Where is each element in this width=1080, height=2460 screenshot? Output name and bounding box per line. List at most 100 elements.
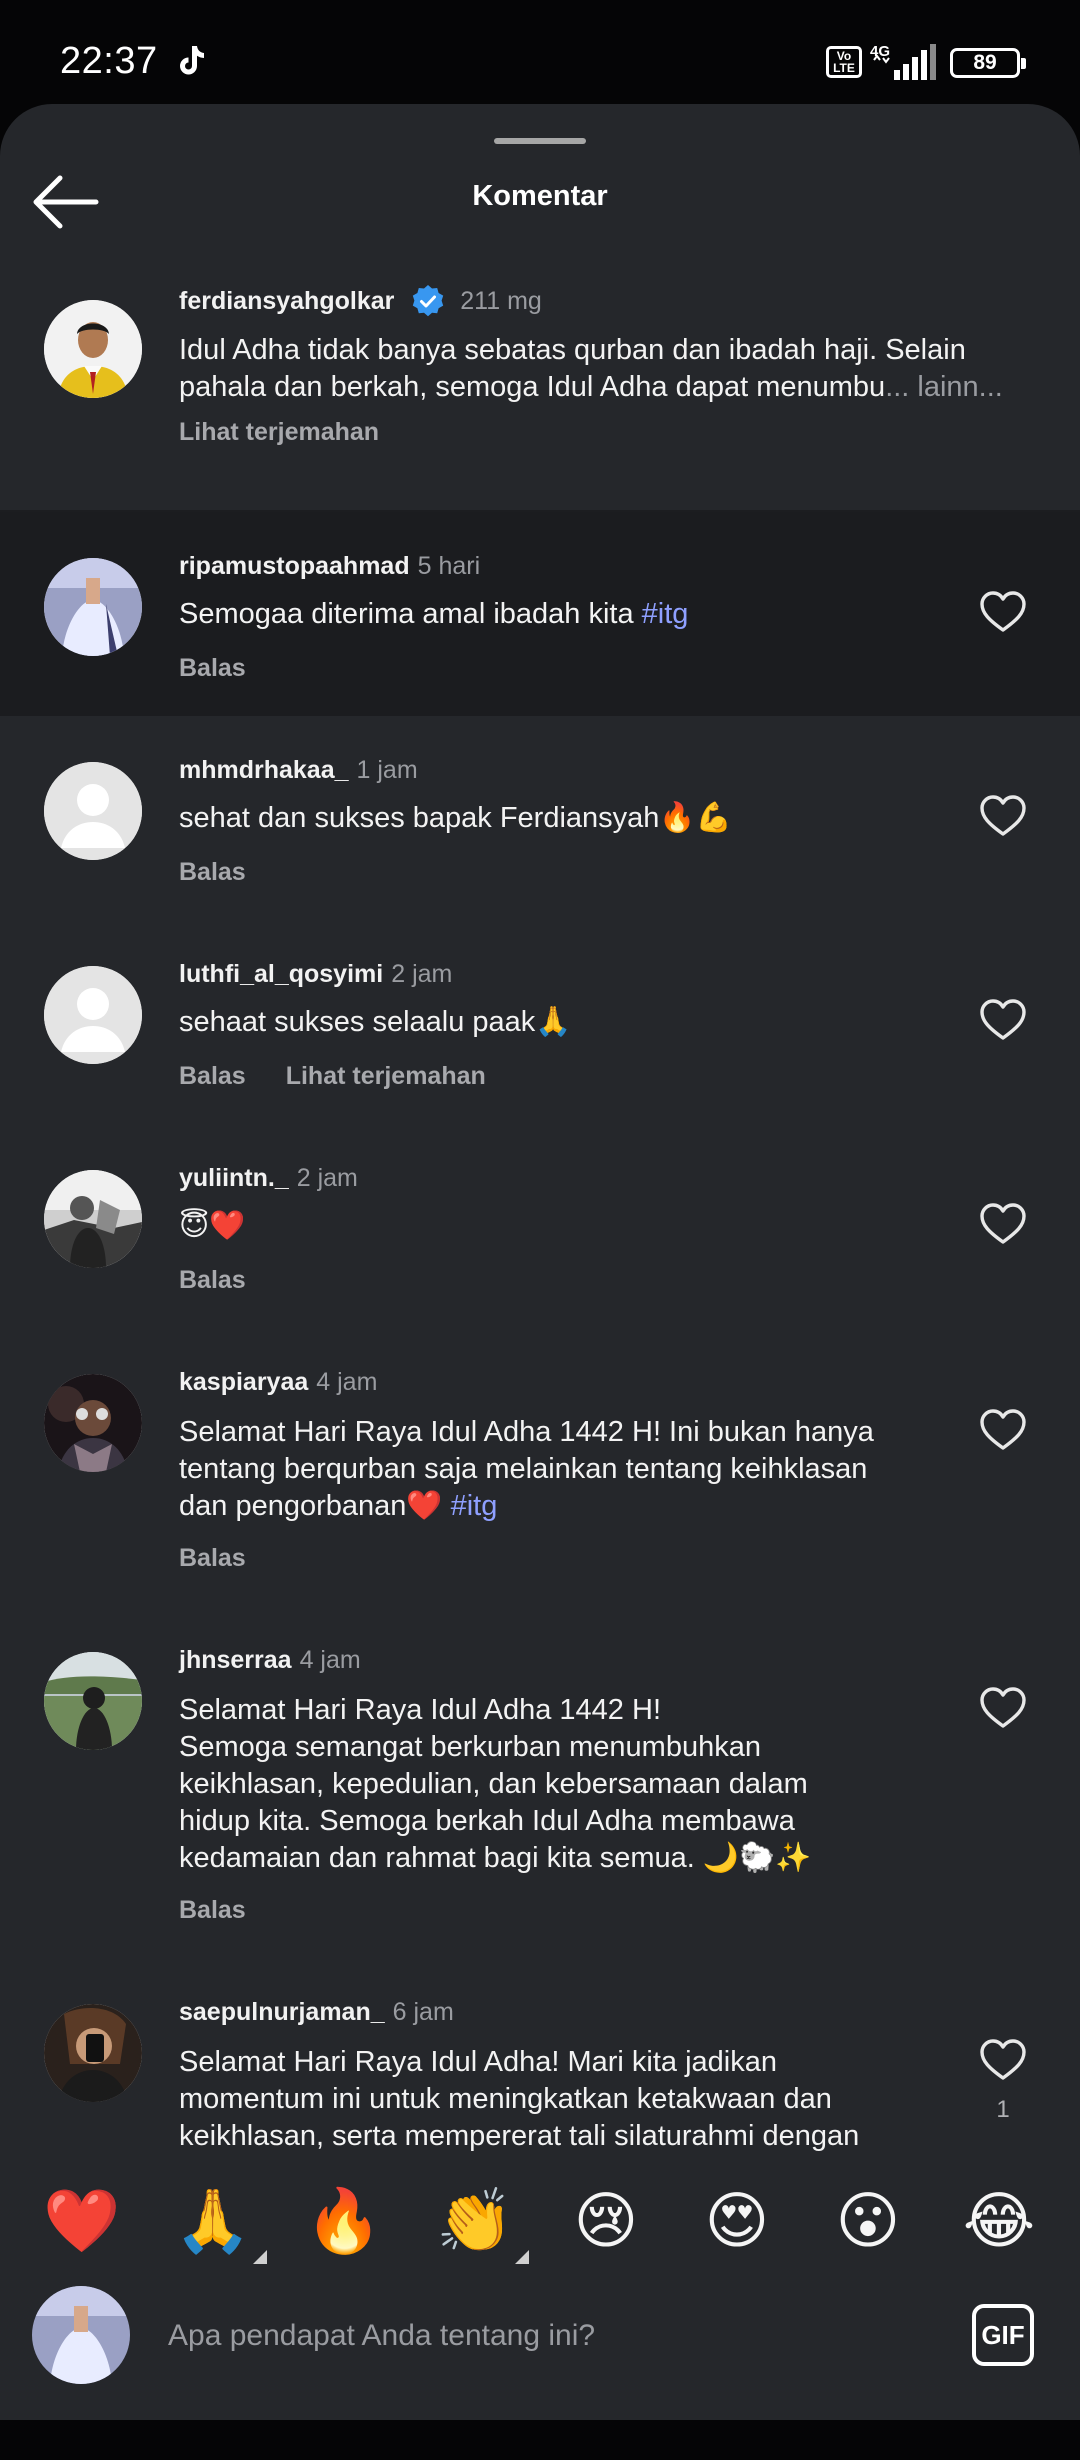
- comment-input[interactable]: [168, 2308, 928, 2364]
- comment-username[interactable]: ripamustopaahmad: [179, 552, 410, 580]
- comment-line: hidup kita. Semoga berkah Idul Adha memb…: [179, 1805, 795, 1837]
- see-translation-link[interactable]: Lihat terjemahan: [179, 418, 379, 446]
- comment-header: kaspiaryaa 4 jam: [179, 1368, 377, 1397]
- default-avatar[interactable]: [44, 762, 142, 860]
- page-title: Komentar: [472, 180, 608, 212]
- comment-username[interactable]: luthfi_al_qosyimi: [179, 960, 383, 988]
- skin-tone-caret-icon: [253, 2250, 267, 2264]
- comment-line: Selamat Hari Raya Idul Adha! Mari kita j…: [179, 2046, 778, 2078]
- comments-sheet: Komentar ferdiansyahgolkar 211 mg Idul A…: [0, 104, 1080, 2420]
- reaction-crying-button[interactable]: 😢: [566, 2182, 646, 2262]
- comment-username[interactable]: mhmdrhakaa_: [179, 756, 349, 784]
- reply-button[interactable]: Balas: [179, 654, 246, 682]
- system-nav-bar: [0, 2420, 1080, 2460]
- sheet-grab-handle[interactable]: [494, 138, 586, 144]
- battery-icon: 89: [950, 48, 1026, 78]
- comment-line: keikhlasan, serta mempererat tali silatu…: [179, 2120, 860, 2152]
- comment-text: sehaat sukses selaalu paak🙏: [179, 1004, 939, 1041]
- comment-line: keikhlasan, kepedulian, dan kebersamaan …: [179, 1768, 808, 1800]
- reaction-surprised-button[interactable]: 😮: [828, 2182, 908, 2262]
- caption-more-link[interactable]: ... lainn...: [885, 371, 1003, 403]
- comment-item: ripamustopaahmad 5 hari Semogaa diterima …: [0, 512, 1080, 716]
- comment-line: Semoga semangat berkurban menumbuhkan: [179, 1731, 761, 1763]
- avatar[interactable]: [44, 1170, 142, 1268]
- comment-time: 4 jam: [299, 1646, 361, 1674]
- own-avatar[interactable]: [32, 2286, 130, 2384]
- comment-time: 2 jam: [391, 960, 453, 988]
- battery-level: 89: [973, 51, 997, 74]
- reply-button[interactable]: Balas: [179, 1062, 246, 1090]
- avatar[interactable]: [44, 2004, 142, 2102]
- status-bar: 22:37 Vo LTE 4G 89: [0, 0, 1080, 104]
- comment-line-text: dan pengorbanan❤️: [179, 1490, 451, 1522]
- avatar[interactable]: [44, 1652, 142, 1750]
- comment-header: yuliintn._ 2 jam: [179, 1164, 358, 1193]
- gif-button[interactable]: GIF: [972, 2304, 1034, 2366]
- avatar[interactable]: [44, 1374, 142, 1472]
- caption-header: ferdiansyahgolkar 211 mg: [179, 284, 542, 318]
- comment-item: luthfi_al_qosyimi 2 jam sehaat sukses sel…: [0, 920, 1080, 1124]
- reaction-emoji: 👏: [436, 2187, 514, 2256]
- hashtag-link[interactable]: #itg: [642, 598, 689, 630]
- reaction-heart-button[interactable]: ❤️: [42, 2182, 122, 2262]
- heart-icon[interactable]: [979, 590, 1027, 634]
- heart-icon[interactable]: [979, 794, 1027, 838]
- heart-icon[interactable]: [979, 1202, 1027, 1246]
- comment-username[interactable]: saepulnurjaman_: [179, 1998, 385, 2026]
- comment-line: momentum ini untuk meningkatkan ketakwaa…: [179, 2083, 832, 2115]
- comment-input-bar: GIF: [0, 2272, 1080, 2420]
- heart-icon[interactable]: [979, 998, 1027, 1042]
- comment-actions: Balas: [179, 1544, 246, 1573]
- comment-username[interactable]: jhnserraa: [179, 1646, 292, 1674]
- comment-actions: Balas Lihat terjemahan: [179, 1062, 486, 1091]
- heart-icon[interactable]: [979, 2038, 1027, 2082]
- caption-username[interactable]: ferdiansyahgolkar: [179, 287, 394, 315]
- caption-line: Idul Adha tidak banya sebatas qurban dan…: [179, 334, 966, 366]
- comment-actions: Balas: [179, 1266, 246, 1295]
- heart-icon[interactable]: [979, 1408, 1027, 1452]
- comment-header: luthfi_al_qosyimi 2 jam: [179, 960, 452, 989]
- comment-line-text: Semogaa diterima amal ibadah kita: [179, 598, 642, 630]
- comment-text: sehat dan sukses bapak Ferdiansyah🔥💪: [179, 800, 939, 837]
- comment-line: Selamat Hari Raya Idul Adha 1442 H! Ini …: [179, 1416, 874, 1448]
- comment-actions: Balas: [179, 654, 246, 683]
- tiktok-notification-icon: [180, 46, 204, 75]
- heart-icon[interactable]: [979, 1686, 1027, 1730]
- see-translation-link[interactable]: Lihat terjemahan: [286, 1062, 486, 1090]
- reply-button[interactable]: Balas: [179, 1266, 246, 1294]
- caption-actions: Lihat terjemahan: [179, 418, 379, 447]
- comment-actions: Balas: [179, 858, 246, 887]
- avatar[interactable]: [44, 558, 142, 656]
- comment-line: 😇❤️: [179, 1210, 246, 1242]
- comment-header: ripamustopaahmad 5 hari: [179, 552, 480, 581]
- comment-text: Semogaa diterima amal ibadah kita #itg: [179, 596, 939, 633]
- caption-avatar[interactable]: [44, 300, 142, 398]
- reaction-laughing-button[interactable]: 😂: [959, 2182, 1039, 2262]
- comment-username[interactable]: yuliintn._: [179, 1164, 289, 1192]
- reply-button[interactable]: Balas: [179, 858, 246, 886]
- comment-text: Selamat Hari Raya Idul Adha 1442 H! Ini …: [179, 1414, 939, 1525]
- comment-username[interactable]: kaspiaryaa: [179, 1368, 308, 1396]
- comment-item: jhnserraa 4 jam Selamat Hari Raya Idul Ad…: [0, 1606, 1080, 1958]
- comment-line: Selamat Hari Raya Idul Adha 1442 H!: [179, 1694, 661, 1726]
- comment-item: kaspiaryaa 4 jam Selamat Hari Raya Idul A…: [0, 1328, 1080, 1606]
- hashtag-link[interactable]: #itg: [451, 1490, 498, 1522]
- comment-time: 2 jam: [296, 1164, 358, 1192]
- reply-button[interactable]: Balas: [179, 1544, 246, 1572]
- comment-line: sehat dan sukses bapak Ferdiansyah🔥💪: [179, 802, 732, 834]
- comment-item: yuliintn._ 2 jam 😇❤️ Balas: [0, 1124, 1080, 1328]
- reaction-clap-button[interactable]: 👏: [435, 2182, 529, 2264]
- default-avatar[interactable]: [44, 966, 142, 1064]
- reply-button[interactable]: Balas: [179, 1896, 246, 1924]
- signal-4g-icon: 4G: [870, 43, 936, 80]
- verified-badge-icon: [413, 285, 444, 317]
- comment-header: mhmdrhakaa_ 1 jam: [179, 756, 418, 785]
- comment-actions: Balas: [179, 1896, 246, 1925]
- reaction-pray-button[interactable]: 🙏: [173, 2182, 267, 2264]
- reaction-heart-eyes-button[interactable]: 😍: [697, 2182, 777, 2262]
- reaction-fire-button[interactable]: 🔥: [304, 2182, 384, 2262]
- comment-line: tentang berqurban saja melainkan tentang…: [179, 1453, 868, 1485]
- reaction-emoji: 🙏: [174, 2187, 252, 2256]
- comment-header: jhnserraa 4 jam: [179, 1646, 361, 1675]
- comment-line: kedamaian dan rahmat bagi kita semua. 🌙🐑…: [179, 1842, 812, 1874]
